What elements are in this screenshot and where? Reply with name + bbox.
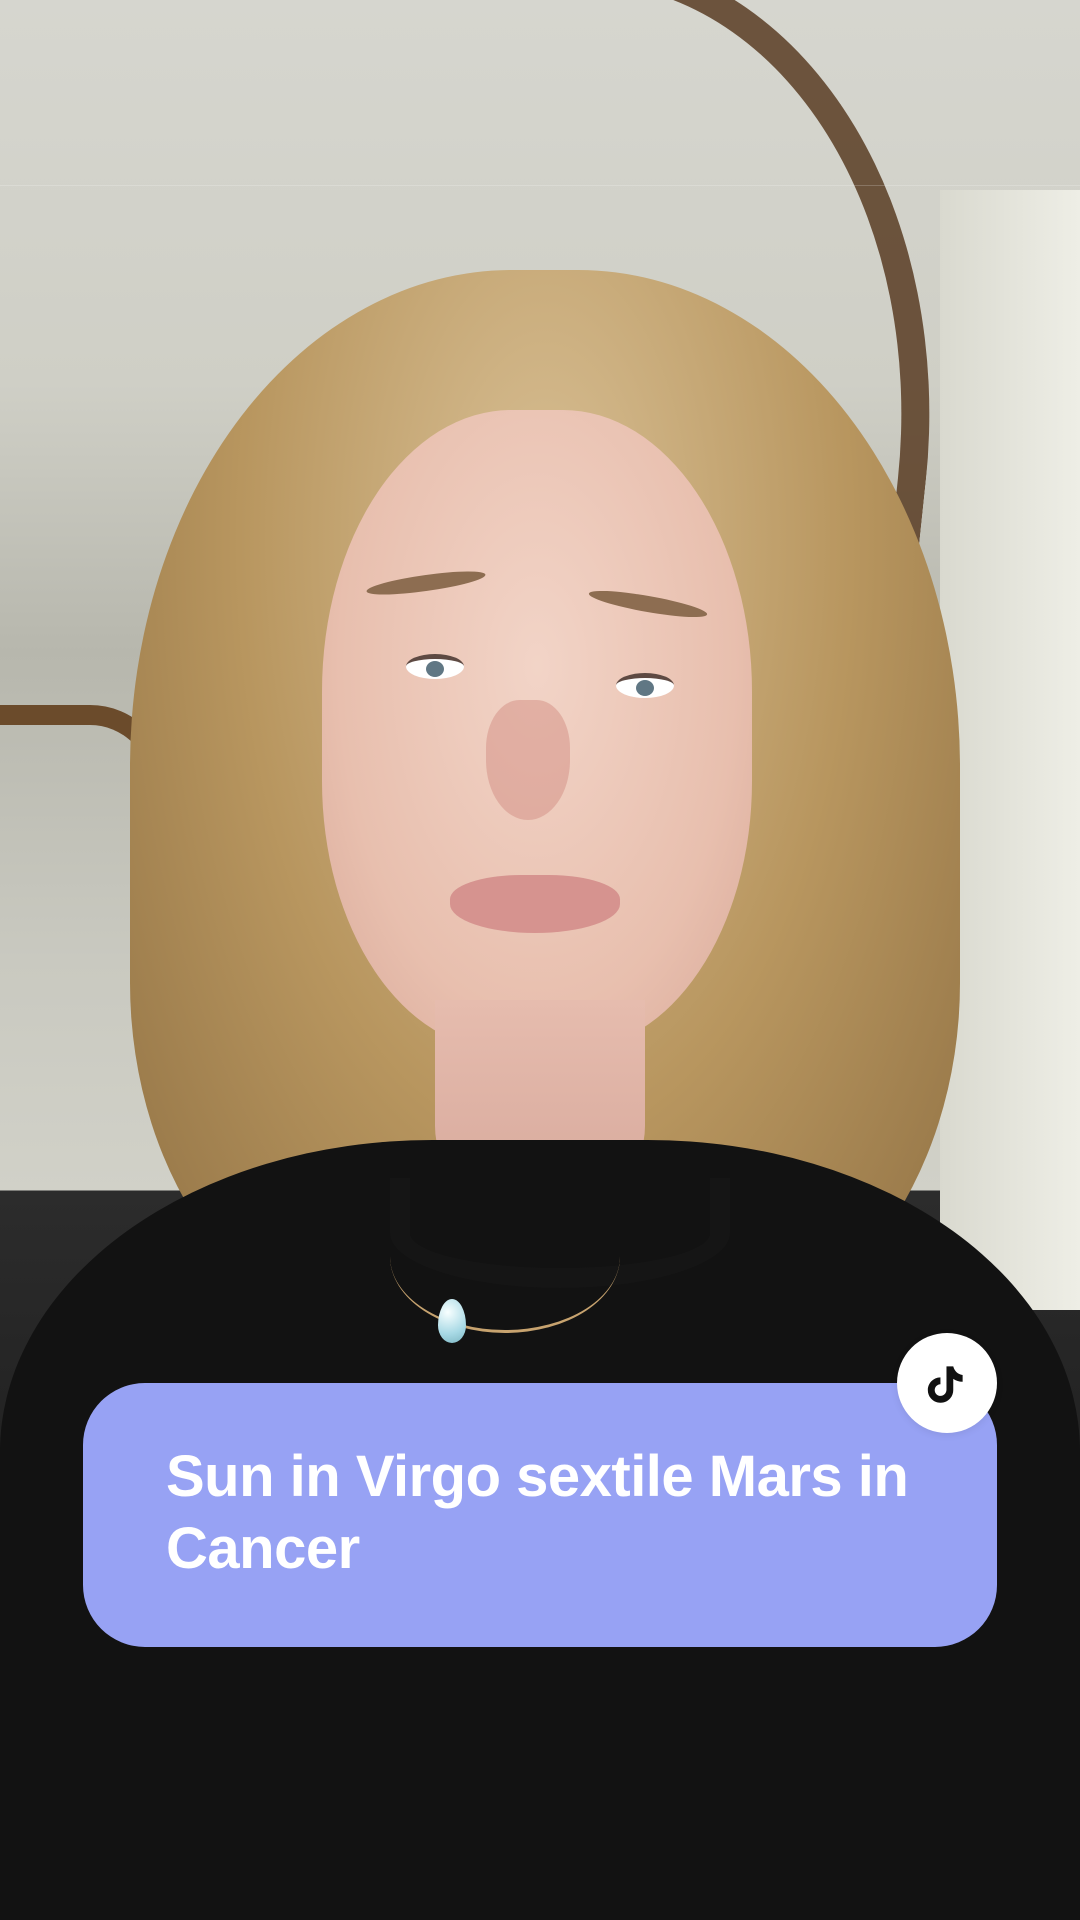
video-frame: Sun in Virgo sextile Mars in Cancer	[0, 0, 1080, 1920]
caption-box: Sun in Virgo sextile Mars in Cancer	[83, 1383, 997, 1647]
caption-text: Sun in Virgo sextile Mars in Cancer	[166, 1444, 909, 1581]
nose	[486, 700, 570, 820]
mouth	[450, 875, 620, 933]
pendant	[438, 1299, 466, 1343]
right-eye	[616, 673, 674, 698]
tiktok-icon	[927, 1366, 963, 1403]
necklace	[390, 1180, 620, 1333]
left-eye	[406, 654, 464, 679]
tiktok-badge	[897, 1333, 997, 1433]
